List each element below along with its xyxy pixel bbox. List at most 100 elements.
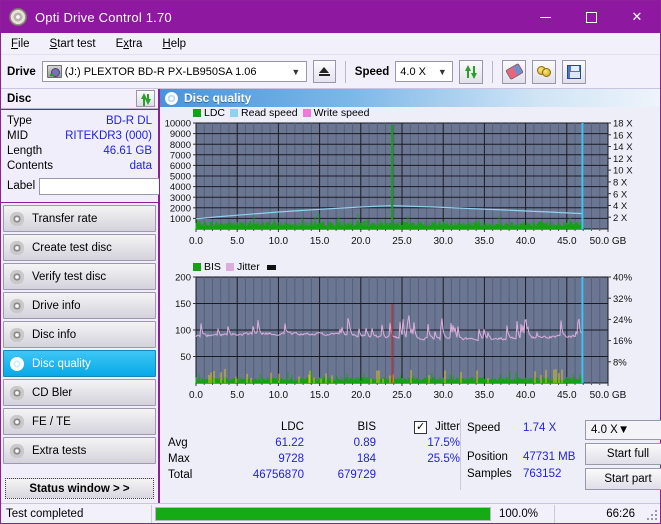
chart-bis-jitter: BIS Jitter 50 100 150 200 8% 16% 24% 32% 40% 0.0 5… (160, 261, 660, 415)
svg-text:8000: 8000 (170, 140, 191, 151)
svg-text:16 X: 16 X (613, 130, 633, 141)
sidebar: Disc Type BD-R DL MID RITEKDR3 (000) Len… (1, 89, 242, 503)
main-panel: Disc quality LDC Read speed Write speed … (159, 89, 661, 503)
refresh-icon (464, 64, 478, 79)
start-part-button[interactable]: Start part (585, 468, 661, 490)
stats-area: LDC BIS ✓ Jitter Avg 61.22 0.89 17.5% Ma… (160, 415, 661, 492)
menu-extra[interactable]: Extra (116, 38, 143, 50)
disc-icon (10, 269, 25, 284)
close-button[interactable]: ✕ (614, 1, 660, 33)
svg-text:8 X: 8 X (613, 177, 628, 188)
window-controls: ✕ (522, 1, 660, 33)
drive-select[interactable]: (J:) PLEXTOR BD-R PX-LB950SA 1.06 ▼ (41, 61, 307, 82)
svg-text:50.0 GB: 50.0 GB (590, 236, 627, 247)
elapsed-time: 66:26 (606, 507, 635, 520)
erase-button[interactable] (502, 59, 527, 84)
key-icon (536, 65, 552, 78)
test-speed-select[interactable]: 4.0 X ▼ (585, 420, 661, 440)
disc-icon (10, 240, 25, 255)
svg-text:6 X: 6 X (613, 189, 628, 200)
sidebar-item-label: Drive info (32, 299, 81, 312)
chart2-canvas: 50 100 150 200 8% 16% 24% 32% 40% 0.0 5.0 10.0 15.0 2… (175, 273, 633, 401)
readout-gap (467, 436, 585, 448)
maximize-button[interactable] (568, 1, 614, 33)
svg-text:18 X: 18 X (613, 119, 633, 130)
disc-row-contents: Contents data (7, 158, 152, 173)
svg-text:20.0: 20.0 (351, 390, 371, 401)
disc-label-row: Label (7, 176, 242, 196)
legend-label-ldc: LDC (204, 107, 226, 119)
refresh-icon (140, 92, 152, 106)
disc-contents-value: data (129, 159, 152, 172)
stats-max-jitter: 25.5% (427, 453, 460, 465)
legend-label-write-speed: Write speed (313, 107, 370, 119)
sidebar-item-label: FE / TE (32, 415, 71, 428)
legend-swatch-read-speed (230, 109, 239, 117)
sidebar-item-transfer-rate[interactable]: Transfer rate (3, 205, 156, 232)
toolbar-divider-1 (344, 60, 346, 83)
divider (151, 504, 152, 523)
jitter-checkbox[interactable]: ✓ (414, 420, 428, 434)
svg-text:12 X: 12 X (613, 154, 633, 165)
stats-header-jitter: ✓ Jitter (376, 420, 460, 434)
legend-item-read-speed: Read speed (230, 107, 298, 119)
menu-help[interactable]: Help (162, 38, 186, 50)
sidebar-item-label: Transfer rate (32, 212, 98, 225)
samples-readout-value: 763152 (523, 467, 562, 480)
disc-row-type: Type BD-R DL (7, 113, 152, 128)
save-button[interactable] (562, 59, 587, 84)
toolbar-divider-2 (492, 60, 494, 83)
svg-text:20.0: 20.0 (351, 236, 371, 247)
disc-tools-button[interactable] (532, 59, 557, 84)
resize-grip[interactable] (645, 508, 657, 520)
samples-readout-label: Samples (467, 467, 512, 480)
disc-type-label: Type (7, 114, 32, 127)
chart2-legend: BIS Jitter (160, 261, 660, 273)
start-full-button[interactable]: Start full (585, 443, 661, 465)
svg-text:14 X: 14 X (613, 142, 633, 153)
legend-label-bis: BIS (204, 261, 221, 273)
sidebar-item-label: Verify test disc (32, 270, 107, 283)
status-text: Test completed (6, 507, 84, 520)
drive-label: Drive (7, 65, 36, 78)
disc-refresh-button[interactable] (136, 90, 155, 107)
menu-file[interactable]: File (11, 38, 30, 50)
svg-text:10000: 10000 (165, 119, 191, 130)
stats-row-label: Avg (168, 437, 188, 449)
disc-icon (10, 356, 25, 371)
status-window-button[interactable]: Status window > > (5, 478, 154, 499)
sidebar-item-disc-info[interactable]: Disc info (3, 321, 156, 348)
menu-start-test[interactable]: Start test (50, 38, 96, 50)
progress-fill (156, 507, 490, 520)
svg-text:30.0: 30.0 (433, 390, 453, 401)
sidebar-item-extra-tests[interactable]: Extra tests (3, 437, 156, 464)
test-controls: Speed 1.74 X Position 47731 MB Samples 7… (460, 419, 661, 490)
svg-text:40.0: 40.0 (516, 390, 536, 401)
speed-select[interactable]: 4.0 X ▼ (395, 61, 454, 82)
eject-button[interactable] (312, 60, 336, 83)
svg-text:5.0: 5.0 (230, 390, 244, 401)
sidebar-item-drive-info[interactable]: Drive info (3, 292, 156, 319)
sidebar-item-cd-bler[interactable]: CD Bler (3, 379, 156, 406)
sidebar-item-create-test-disc[interactable]: Create test disc (3, 234, 156, 261)
sidebar-item-verify-test-disc[interactable]: Verify test disc (3, 263, 156, 290)
speed-readout-label: Speed (467, 421, 501, 434)
svg-text:50: 50 (180, 352, 191, 363)
svg-text:40%: 40% (613, 273, 633, 284)
drive-select-value: (J:) PLEXTOR BD-R PX-LB950SA 1.06 (64, 65, 257, 78)
jitter-label: Jitter (435, 421, 460, 433)
sidebar-item-disc-quality[interactable]: Disc quality (3, 350, 156, 377)
chart-ldc-readspeed: LDC Read speed Write speed 1000 2000 3000 4… (160, 107, 660, 261)
svg-text:10.0: 10.0 (269, 236, 289, 247)
drive-icon (46, 65, 62, 78)
svg-text:150: 150 (175, 299, 191, 310)
disc-panel-header: Disc (1, 89, 158, 109)
legend-item-write-speed: Write speed (302, 107, 370, 119)
stats-header-row: LDC BIS ✓ Jitter (168, 419, 460, 435)
test-buttons: 4.0 X ▼ Start full Start part (585, 419, 661, 490)
minimize-button[interactable] (522, 1, 568, 33)
refresh-button[interactable] (459, 59, 484, 84)
sidebar-item-fe-te[interactable]: FE / TE (3, 408, 156, 435)
speed-readout-value: 1.74 X (523, 421, 557, 434)
